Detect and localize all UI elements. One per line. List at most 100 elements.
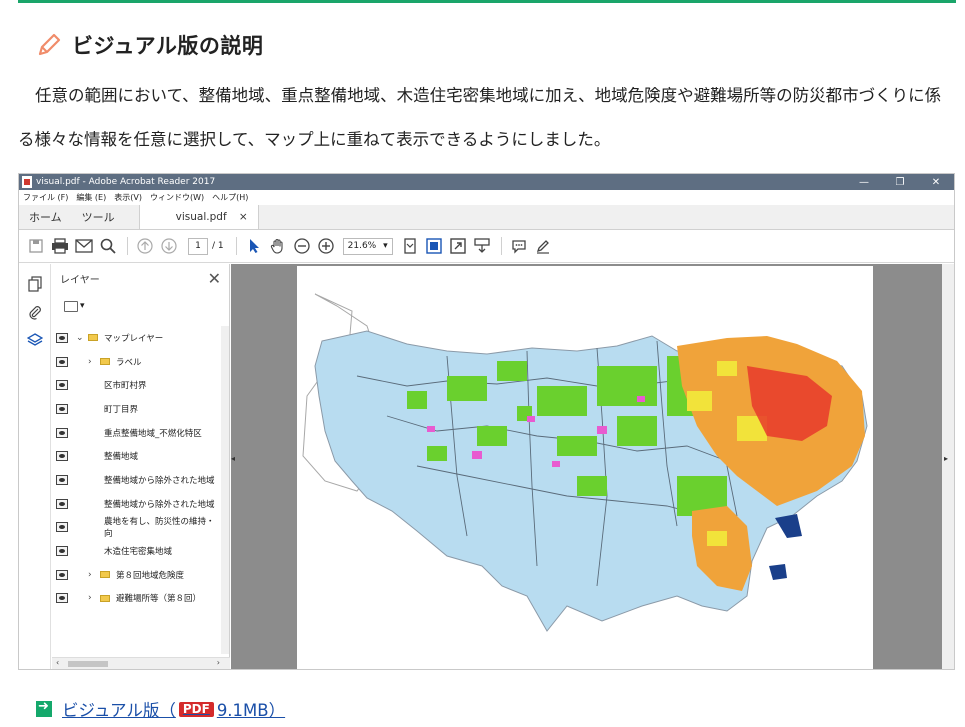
close-tab-icon[interactable]: × [239, 211, 248, 223]
visibility-eye-icon[interactable] [56, 593, 68, 604]
document-viewer[interactable]: ◂ ▸ [231, 264, 954, 669]
chevron-down-icon[interactable]: ⌄ [76, 333, 86, 343]
menu-file[interactable]: ファイル (F) [23, 192, 68, 203]
comment-icon[interactable] [508, 235, 530, 257]
acrobat-icon [22, 176, 32, 188]
section-heading: ビジュアル版の説明 [36, 28, 263, 62]
close-panel-icon[interactable]: ✕ [208, 269, 221, 288]
visibility-eye-icon[interactable] [56, 380, 68, 391]
viewer-vertical-scrollbar[interactable]: ▸ [942, 264, 954, 669]
scroll-thumb[interactable] [68, 661, 108, 667]
chevron-right-icon[interactable]: › [88, 357, 98, 367]
layer-item[interactable]: 整備地域から除外された地域 [52, 468, 222, 492]
menu-edit[interactable]: 編集 (E) [76, 192, 106, 203]
zoom-out-icon[interactable] [291, 235, 313, 257]
pdf-badge: PDF [178, 701, 214, 717]
visibility-eye-icon[interactable] [56, 522, 68, 533]
layer-label: マップレイヤー [104, 333, 164, 344]
visual-pdf-download-link[interactable]: ビジュアル版（ PDF 9.1MB） [62, 697, 285, 721]
layer-label: 整備地域 [104, 452, 139, 463]
layer-item[interactable]: 重点整備地域_不燃化特区 [52, 421, 222, 445]
scroll-left-icon[interactable]: ‹ [56, 658, 59, 667]
chevron-right-icon[interactable]: › [88, 570, 98, 580]
toolbar-divider [235, 237, 237, 255]
page-down-icon[interactable] [158, 235, 180, 257]
pages-icon[interactable] [19, 270, 51, 298]
tab-document[interactable]: visual.pdf × [138, 205, 259, 229]
collapse-panel-icon[interactable]: ◂ [231, 454, 237, 474]
maximize-button[interactable]: ❐ [882, 177, 918, 188]
layers-panel-header: レイヤー ✕ [52, 264, 229, 292]
toolbar-divider [127, 237, 128, 255]
visibility-eye-icon[interactable] [56, 569, 68, 580]
layer-item[interactable]: › ラベル [52, 350, 222, 374]
layer-label: 町丁目界 [104, 404, 139, 415]
minimize-button[interactable]: — [846, 177, 882, 188]
attachment-icon[interactable] [19, 298, 51, 326]
zoom-in-icon[interactable] [315, 235, 337, 257]
visibility-eye-icon[interactable] [56, 332, 68, 343]
layer-item[interactable]: 整備地域から除外された地域 [52, 492, 222, 516]
layers-icon[interactable] [19, 326, 51, 354]
layer-label: 区市町村界 [104, 381, 147, 392]
folder-icon [88, 334, 98, 342]
layer-list: ⌄ マップレイヤー › ラベル区市町村界町丁目界重点整備地域_不燃化特区 整備地域整備地… [52, 326, 222, 610]
acrobat-window-screenshot: visual.pdf - Adobe Acrobat Reader 2017 —… [18, 173, 955, 670]
close-window-button[interactable]: ✕ [918, 177, 954, 188]
visibility-eye-icon[interactable] [56, 427, 68, 438]
chevron-down-icon: ▾ [80, 301, 85, 311]
hand-tool-icon[interactable] [267, 235, 289, 257]
tab-home[interactable]: ホーム [19, 205, 72, 229]
visibility-eye-icon[interactable] [56, 498, 68, 509]
layer-item[interactable]: 農地を有し、防災性の維持・向 [52, 516, 222, 539]
toolbar: 1 / 1 21.6% ▾ [19, 230, 954, 263]
layer-item[interactable]: › 第８回地域危険度 [52, 563, 222, 587]
layer-options-button[interactable]: ▾ [52, 292, 229, 320]
layer-label: 整備地域から除外された地域 [104, 475, 215, 486]
fit-page-icon[interactable] [399, 235, 421, 257]
page-number-input[interactable]: 1 [188, 237, 208, 255]
print-icon[interactable] [49, 235, 71, 257]
layer-label: 第８回地域危険度 [116, 570, 185, 581]
pdf-page [297, 266, 873, 669]
layer-label: 重点整備地域_不燃化特区 [104, 428, 202, 439]
layers-vertical-scrollbar[interactable] [221, 326, 229, 654]
save-icon[interactable] [25, 235, 47, 257]
layer-item[interactable]: 木造住宅密集地域 [52, 539, 222, 563]
visibility-eye-icon[interactable] [56, 356, 68, 367]
visibility-eye-icon[interactable] [56, 474, 68, 485]
layer-item[interactable]: 区市町村界 [52, 373, 222, 397]
mail-icon[interactable] [73, 235, 95, 257]
chevron-right-icon[interactable]: › [88, 593, 98, 603]
full-screen-icon[interactable] [447, 235, 469, 257]
layers-horizontal-scrollbar[interactable]: ‹ › [52, 657, 230, 669]
scroll-mode-icon[interactable] [471, 235, 493, 257]
visibility-eye-icon[interactable] [56, 546, 68, 557]
scroll-right-icon[interactable]: › [217, 658, 220, 667]
layer-label: ラベル [116, 357, 142, 368]
layer-item[interactable]: 町丁目界 [52, 397, 222, 421]
fit-width-icon[interactable] [423, 235, 445, 257]
download-link-label: ビジュアル版（ [62, 701, 176, 720]
menu-help[interactable]: ヘルプ(H) [212, 192, 248, 203]
layers-panel: レイヤー ✕ ▾ ⌄ マップレイヤー › ラベル区市町村界町丁目界重点整備地域_不燃化… [52, 264, 230, 669]
download-file-size: 9.1MB） [216, 701, 286, 720]
page-up-icon[interactable] [134, 235, 156, 257]
tab-tools[interactable]: ツール [72, 205, 125, 229]
layer-item[interactable]: 整備地域 [52, 444, 222, 468]
layers-panel-title: レイヤー [60, 274, 100, 286]
visibility-eye-icon[interactable] [56, 451, 68, 462]
search-icon[interactable] [97, 235, 119, 257]
menu-window[interactable]: ウィンドウ(W) [150, 192, 204, 203]
toolbar-divider [500, 237, 502, 255]
zoom-level-dropdown[interactable]: 21.6% ▾ [342, 237, 393, 255]
layer-item[interactable]: › 避難場所等（第８回） [52, 587, 222, 611]
options-icon [64, 300, 78, 312]
title-bar: visual.pdf - Adobe Acrobat Reader 2017 —… [19, 174, 954, 190]
expand-panel-icon[interactable]: ▸ [944, 454, 948, 463]
menu-view[interactable]: 表示(V) [114, 192, 142, 203]
sign-pen-icon[interactable] [532, 235, 554, 257]
select-cursor-icon[interactable] [243, 235, 265, 257]
visibility-eye-icon[interactable] [56, 403, 68, 414]
layer-item[interactable]: ⌄ マップレイヤー [52, 326, 222, 350]
